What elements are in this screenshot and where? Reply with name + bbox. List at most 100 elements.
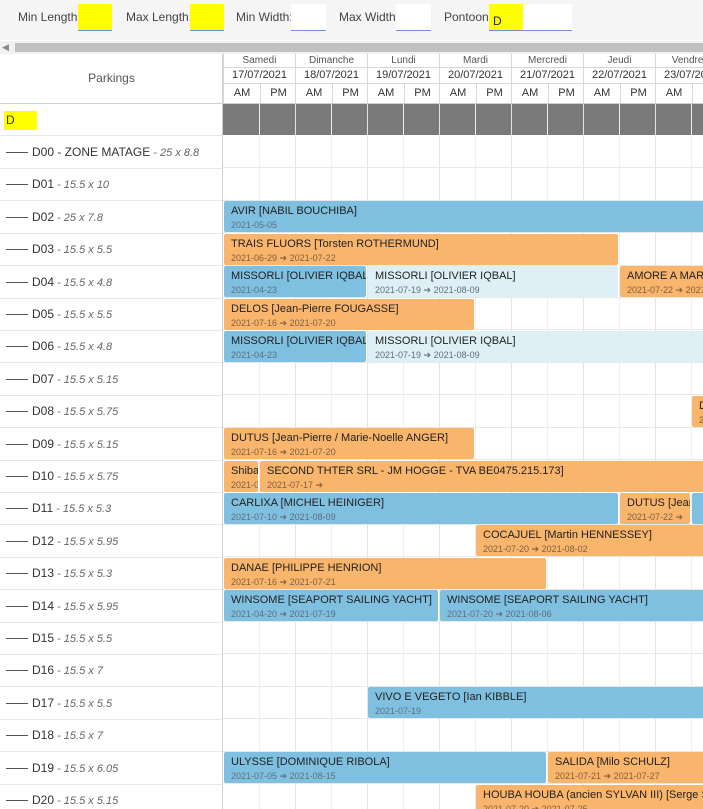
booking-dates: 2021-07-19 ➔ 2021-08-09 — [375, 285, 480, 296]
booking-bar[interactable] — [692, 492, 703, 524]
pontoon-input[interactable] — [489, 4, 523, 31]
tree-line-icon — [6, 346, 28, 348]
pontoon-label: Pontoon: — [444, 10, 493, 24]
booking-bar[interactable]: D2 — [692, 395, 703, 427]
booking-title: SECOND THTER SRL - JM HOGGE - TVA BE0475… — [267, 464, 564, 477]
day-name: Mardi — [440, 54, 511, 68]
max-length-input[interactable] — [190, 4, 224, 31]
parkings-title: Parkings — [88, 71, 135, 85]
parking-row[interactable]: D00 - ZONE MATAGE - 25 x 8.8 — [0, 136, 222, 169]
min-length-label: Min Length: — [18, 10, 81, 24]
booking-dates: 2021-07-16 ➔ 2021-07-20 — [231, 317, 336, 328]
parking-row[interactable]: D15 - 15.5 x 5.5 — [0, 622, 222, 655]
parking-row[interactable]: D10 - 15.5 x 5.75 — [0, 460, 222, 493]
pontoon-input-extension[interactable] — [523, 4, 572, 31]
parking-dims: - 15.5 x 5.5 — [54, 633, 113, 645]
booking-bar[interactable]: MISSORLI [OLIVIER IQBAL] 2021-07-19 ➔ 202… — [368, 330, 703, 362]
scroll-left-icon[interactable]: ◀ — [2, 41, 9, 54]
booking-bar[interactable]: Shiba 2021-0 — [224, 460, 258, 492]
am-label: AM — [305, 87, 323, 99]
pm-label: PM — [404, 84, 440, 103]
booking-bar[interactable]: WINSOME [SEAPORT SAILING YACHT] 2021-07-2… — [440, 590, 703, 622]
parking-row[interactable]: D07 - 15.5 x 5.15 — [0, 363, 222, 396]
booking-dates: 2021-07-05 ➔ 2021-08-15 — [231, 771, 336, 782]
parking-dims: - 15.5 x 7 — [54, 730, 103, 743]
parking-row[interactable]: D02 - 25 x 7.8 — [0, 201, 222, 234]
booking-title: MISSORLI [OLIVIER IQBAL] — [231, 334, 366, 347]
booking-title: DUTUS [Jean — [627, 496, 690, 509]
filter-bar: Min Length: Max Length: Min Width: Max W… — [0, 0, 703, 40]
booking-bar[interactable]: VIVO E VEGETO [Ian KIBBLE] 2021-07-19 — [368, 687, 703, 719]
min-width-input[interactable] — [291, 4, 326, 31]
booking-bar[interactable]: AVIR [NABIL BOUCHIBA] 2021-05-05 — [224, 201, 703, 233]
booking-bar[interactable]: CARLIXA [MICHEL HEINIGER] 2021-07-10 ➔ 20… — [224, 492, 618, 524]
booking-dates: 2021-06-29 ➔ 2021-07-22 — [231, 252, 336, 263]
tree-line-icon — [6, 184, 28, 186]
scrollbar-thumb[interactable] — [15, 43, 703, 52]
parking-row[interactable]: D14 - 15.5 x 5.95 — [0, 590, 222, 623]
booking-bar[interactable]: HOUBA HOUBA (ancien SYLVAN III) [Serge S… — [476, 784, 703, 809]
search-box[interactable]: D — [4, 111, 37, 130]
parking-row[interactable]: D19 - 15.5 x 6.05 — [0, 752, 222, 785]
parking-row[interactable]: D20 - 15.5 x 5.15 — [0, 784, 222, 809]
parking-row[interactable]: D11 - 15.5 x 5.3 — [0, 492, 222, 526]
booking-bar[interactable]: DUTUS [Jean-Pierre / Marie-Noelle ANGER]… — [224, 428, 474, 460]
parking-row[interactable]: D04 - 15.5 x 4.8 — [0, 266, 222, 299]
booking-title: AVIR [NABIL BOUCHIBA] — [231, 205, 357, 218]
pm-label: PM — [476, 84, 512, 103]
booking-bar[interactable]: MISSORLI [OLIVIER IQBAL] 2021-04-23 — [224, 266, 366, 298]
booking-bar[interactable]: SECOND THTER SRL - JM HOGGE - TVA BE0475… — [260, 460, 703, 492]
day-name: Dimanche — [296, 54, 367, 68]
parking-name: D01 — [32, 177, 55, 192]
day-column-header: Mercredi 21/07/2021 AM PM — [511, 54, 583, 103]
booking-bar[interactable]: ULYSSE [DOMINIQUE RIBOLA] 2021-07-05 ➔ 20… — [224, 752, 546, 784]
booking-bar[interactable]: MISSORLI [OLIVIER IQBAL] 2021-04-23 — [224, 330, 366, 362]
booking-dates: 2021-07-19 — [375, 706, 422, 717]
tree-line-icon — [6, 638, 28, 639]
grid-row-line — [223, 621, 703, 622]
horizontal-scrollbar[interactable]: ◀ — [0, 41, 703, 54]
parking-name: D17 — [32, 695, 55, 710]
parking-row[interactable]: D09 - 15.5 x 5.15 — [0, 428, 222, 461]
min-length-input[interactable] — [78, 4, 112, 31]
parking-name: D12 — [32, 533, 55, 548]
booking-dates: 2021-07-19 ➔ 2021-08-09 — [375, 349, 480, 360]
booking-bar[interactable]: DANAE [PHILIPPE HENRION] 2021-07-16 ➔ 202… — [224, 557, 546, 589]
booking-bar[interactable]: COCAJUEL [Martin HENNESSEY] 2021-07-20 ➔ … — [476, 525, 703, 557]
booking-bar[interactable]: TRAIS FLUORS [Torsten ROTHERMUND] 2021-06… — [224, 233, 618, 265]
parking-row[interactable]: D13 - 15.5 x 5.3 — [0, 557, 222, 591]
booking-title: DELOS [Jean-Pierre FOUGASSE] — [231, 302, 399, 315]
parking-row[interactable]: D06 - 15.5 x 4.8 — [0, 330, 222, 364]
tree-line-icon — [6, 411, 28, 413]
parking-name: D16 — [32, 663, 55, 678]
parking-row[interactable]: D16 - 15.5 x 7 — [0, 654, 222, 688]
booking-title: DANAE [PHILIPPE HENRION] — [231, 561, 382, 574]
tree-line-icon — [6, 443, 28, 445]
max-width-input[interactable] — [396, 4, 431, 31]
tree-line-icon — [6, 767, 28, 769]
parking-row[interactable]: D03 - 15.5 x 5.5 — [0, 233, 222, 267]
booking-bar[interactable]: SALIDA [Milo SCHULZ] 2021-07-21 ➔ 2021-07… — [548, 752, 703, 784]
tree-line-icon — [6, 540, 28, 542]
parking-row[interactable]: D17 - 15.5 x 5.5 — [0, 687, 222, 720]
booking-bar[interactable]: MISSORLI [OLIVIER IQBAL] 2021-07-19 ➔ 202… — [368, 266, 618, 298]
booking-grid: AVIR [NABIL BOUCHIBA] 2021-05-05 TRAIS FLU… — [223, 104, 703, 809]
grid-row-line — [223, 361, 703, 363]
parking-row[interactable]: D12 - 15.5 x 5.95 — [0, 525, 222, 558]
parking-row[interactable]: D18 - 15.5 x 7 — [0, 719, 222, 753]
booking-dates: 2021-07-20 ➔ 2021-08-02 — [483, 544, 588, 555]
booking-bar[interactable]: DELOS [Jean-Pierre FOUGASSE] 2021-07-16 ➔… — [224, 298, 474, 330]
booking-bar[interactable]: DUTUS [Jean 2021-07-22 ➔ — [620, 492, 690, 524]
day-name: Lundi — [368, 54, 439, 68]
day-date: 17/07/2021 — [224, 68, 295, 84]
tree-line-icon — [6, 314, 28, 315]
booking-bar[interactable]: WINSOME [SEAPORT SAILING YACHT] 2021-04-2… — [224, 590, 438, 622]
parking-row[interactable]: D08 - 15.5 x 5.75 — [0, 395, 222, 429]
tree-line-icon — [6, 605, 28, 607]
parking-name: D05 — [32, 307, 55, 321]
booking-bar[interactable]: AMORE A MARE 2021-07-22 ➔ 2021 — [620, 266, 703, 298]
parking-dims: - 15.5 x 10 — [54, 179, 110, 192]
parking-row[interactable]: D05 - 15.5 x 5.5 — [0, 298, 222, 331]
booking-title: HOUBA HOUBA (ancien SYLVAN III) [Serge S — [483, 788, 703, 801]
parking-row[interactable]: D01 - 15.5 x 10 — [0, 168, 222, 202]
